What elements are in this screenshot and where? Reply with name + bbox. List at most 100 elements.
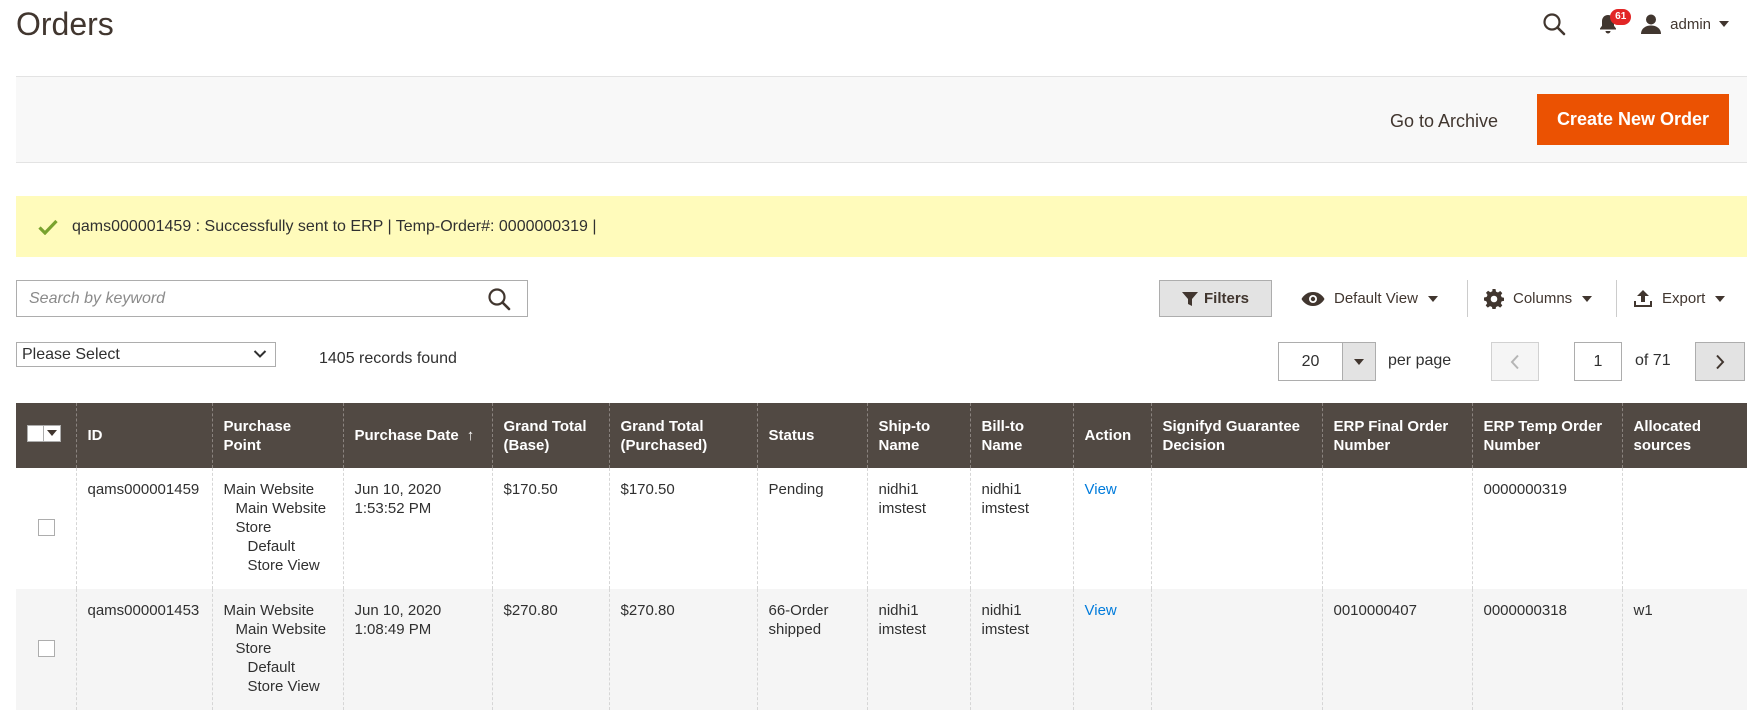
cell-erp-temp: 0000000318: [1471, 589, 1622, 710]
filters-label: Filters: [1203, 290, 1249, 307]
per-page-value: 20: [1301, 352, 1320, 370]
view-order-link[interactable]: View: [1085, 481, 1117, 498]
table-row[interactable]: qams000001459 Main Website Main Website …: [16, 468, 1747, 589]
cell-grand-total-purchased: $270.80: [608, 589, 757, 710]
current-page-input[interactable]: 1: [1574, 342, 1622, 381]
filters-button[interactable]: Filters: [1159, 280, 1272, 317]
purchase-point-view: Default Store View: [247, 659, 320, 695]
cell-id: qams000001459: [75, 468, 212, 589]
cell-ship-to-name: nidhi1 imstest: [866, 468, 970, 589]
col-header-ship-to-name[interactable]: Ship-to Name: [866, 403, 970, 468]
cell-erp-final: [1321, 468, 1472, 589]
create-new-order-button[interactable]: Create New Order: [1536, 94, 1729, 145]
col-header-erp-temp[interactable]: ERP Temp Order Number: [1471, 403, 1622, 468]
mass-select-checkbox[interactable]: [27, 424, 61, 442]
table-row[interactable]: qams000001453 Main Website Main Website …: [16, 589, 1747, 710]
col-header-grand-total-base[interactable]: Grand Total (Base): [491, 403, 609, 468]
per-page-select[interactable]: 20: [1278, 342, 1376, 381]
filter-icon: [1181, 291, 1198, 306]
orders-grid: ID Purchase Point Purchase Date ↑ Grand T…: [16, 403, 1747, 710]
admin-user-name: admin: [1670, 15, 1711, 33]
page-actions-bar: Go to Archive Create New Order: [16, 76, 1747, 163]
col-header-purchase-date-label: Purchase Date: [354, 427, 459, 444]
cell-bill-to-name: nidhi1 imstest: [969, 468, 1073, 589]
col-header-status[interactable]: Status: [756, 403, 867, 468]
export-label: Export: [1662, 290, 1706, 307]
per-page-label: per page: [1388, 352, 1452, 369]
row-checkbox[interactable]: [38, 639, 55, 657]
row-select-cell: [16, 589, 76, 710]
caret-down-icon: [1715, 295, 1726, 302]
chevron-right-icon: [1716, 354, 1725, 369]
keyword-search-button[interactable]: [479, 281, 519, 316]
row-checkbox[interactable]: [38, 518, 55, 536]
purchase-point-store: Main Website Store: [235, 500, 327, 536]
col-header-purchase-point[interactable]: Purchase Point: [211, 403, 343, 468]
col-header-id[interactable]: ID: [75, 403, 212, 468]
cell-erp-final: 0010000407: [1321, 589, 1472, 710]
col-header-bill-to-name[interactable]: Bill-to Name: [969, 403, 1073, 468]
mass-action-select[interactable]: Please Select: [16, 342, 276, 367]
col-header-erp-final[interactable]: ERP Final Order Number: [1321, 403, 1472, 468]
default-view-label: Default View: [1334, 290, 1418, 307]
cell-allocated-sources: [1621, 468, 1747, 589]
mass-action-select-value: Please Select: [22, 345, 120, 363]
user-icon: [1641, 14, 1662, 34]
mass-select-header: [16, 403, 76, 468]
search-icon: [1543, 13, 1566, 36]
records-found: 1405 records found: [319, 350, 457, 367]
mass-select-box[interactable]: [27, 424, 44, 442]
cell-erp-temp: 0000000319: [1471, 468, 1622, 589]
keyword-search: [16, 280, 528, 317]
admin-user-menu[interactable]: admin: [1640, 13, 1729, 35]
toolbar-divider: [1616, 280, 1617, 317]
gear-icon: [1484, 288, 1504, 309]
col-header-grand-total-purchased[interactable]: Grand Total (Purchased): [608, 403, 757, 468]
col-header-allocated-sources[interactable]: Allocated sources: [1621, 403, 1747, 468]
cell-grand-total-base: $270.80: [491, 589, 609, 710]
cell-grand-total-base: $170.50: [491, 468, 609, 589]
cell-id: qams000001453: [75, 589, 212, 710]
purchase-point-view: Default Store View: [247, 538, 320, 574]
per-page-toggle[interactable]: [1342, 343, 1375, 380]
default-view-dropdown[interactable]: Default View: [1301, 280, 1438, 317]
caret-down-icon: [1427, 295, 1438, 302]
total-pages: of 71: [1635, 352, 1671, 369]
sort-ascending-icon: ↑: [466, 427, 475, 444]
cell-purchase-point: Main Website Main Website Store Default …: [211, 468, 343, 589]
go-to-archive-button[interactable]: Go to Archive: [1388, 101, 1500, 141]
caret-down-icon: [1719, 21, 1729, 27]
purchase-point-website: Main Website: [223, 602, 315, 619]
notifications-button[interactable]: 61: [1588, 4, 1632, 44]
eye-icon: [1301, 291, 1325, 306]
global-search-button[interactable]: [1534, 4, 1574, 44]
export-dropdown[interactable]: Export: [1633, 280, 1726, 317]
cell-purchase-point: Main Website Main Website Store Default …: [211, 589, 343, 710]
cell-purchase-date: Jun 10, 2020 1:08:49 PM: [342, 589, 492, 710]
cell-grand-total-purchased: $170.50: [608, 468, 757, 589]
notification-count-badge: 61: [1610, 9, 1632, 25]
chevron-down-icon: [253, 350, 267, 358]
col-header-purchase-date[interactable]: Purchase Date ↑: [342, 403, 492, 468]
columns-label: Columns: [1513, 290, 1573, 307]
next-page-button[interactable]: [1695, 342, 1745, 381]
cell-signifyd: [1150, 468, 1322, 589]
cell-status: Pending: [756, 468, 867, 589]
upload-icon: [1634, 289, 1652, 307]
check-icon: [38, 219, 58, 235]
keyword-search-input[interactable]: [17, 281, 479, 316]
previous-page-button[interactable]: [1491, 342, 1539, 381]
caret-down-icon: [1582, 295, 1593, 302]
col-header-signifyd[interactable]: Signifyd Guarantee Decision: [1150, 403, 1322, 468]
cell-ship-to-name: nidhi1 imstest: [866, 589, 970, 710]
columns-dropdown[interactable]: Columns: [1484, 280, 1593, 317]
success-message-text: qams000001459 : Successfully sent to ERP…: [72, 217, 597, 235]
col-header-action: Action: [1072, 403, 1151, 468]
cell-status: 66-Order shipped: [756, 589, 867, 710]
view-order-link[interactable]: View: [1085, 602, 1117, 619]
cell-action: View: [1072, 468, 1151, 589]
mass-select-toggle[interactable]: [44, 424, 61, 442]
cell-action: View: [1072, 589, 1151, 710]
cell-purchase-date: Jun 10, 2020 1:53:52 PM: [342, 468, 492, 589]
caret-down-icon: [1354, 358, 1364, 365]
